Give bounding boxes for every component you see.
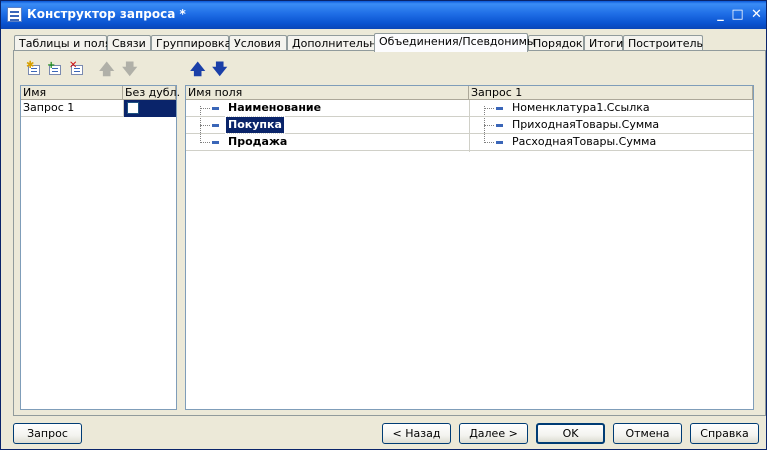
- queries-table[interactable]: Имя Без дубл. Запрос 1: [20, 85, 180, 410]
- field-icon: [496, 107, 503, 110]
- field-icon: [212, 141, 219, 144]
- window-title: Конструктор запроса *: [27, 7, 186, 21]
- source-cell[interactable]: РасходнаяТовары.Сумма: [470, 134, 753, 151]
- maximize-icon[interactable]: □: [727, 6, 748, 25]
- source-expression: ПриходнаяТовары.Сумма: [512, 118, 660, 131]
- field-icon: [496, 124, 503, 127]
- next-button[interactable]: Далее >: [459, 423, 528, 444]
- field-row[interactable]: Продажа: [186, 134, 469, 151]
- title-bar[interactable]: Конструктор запроса * _ □ ✕: [1, 1, 766, 29]
- field-down-icon[interactable]: 🡇: [212, 61, 227, 77]
- app-icon: [7, 7, 22, 22]
- field-icon: [212, 124, 219, 127]
- cancel-button[interactable]: Отмена: [613, 423, 682, 444]
- source-expression: Номенклатура1.Ссылка: [512, 101, 650, 114]
- query-designer-window: Конструктор запроса * _ □ ✕ Таблицы и по…: [0, 0, 767, 450]
- back-button[interactable]: < Назад: [382, 423, 451, 444]
- query-name-cell[interactable]: Запрос 1: [21, 100, 123, 117]
- fields-table[interactable]: Имя поля Запрос 1 Наименование Номенклат…: [185, 85, 754, 410]
- field-name-selected: Покупка: [225, 116, 285, 134]
- move-up-icon[interactable]: 🡅: [99, 61, 114, 77]
- delete-query-icon[interactable]: ✕: [69, 61, 85, 77]
- move-down-icon[interactable]: 🡇: [122, 61, 137, 77]
- field-icon: [212, 107, 219, 110]
- add-query-icon[interactable]: ✱: [26, 61, 42, 77]
- query-button[interactable]: Запрос: [13, 423, 82, 444]
- source-cell[interactable]: ПриходнаяТовары.Сумма: [470, 117, 753, 134]
- help-button[interactable]: Справка: [690, 423, 759, 444]
- column-header-no-duplicates[interactable]: Без дубл.: [123, 86, 180, 100]
- column-header-query-1[interactable]: Запрос 1: [469, 86, 753, 100]
- field-row[interactable]: Наименование: [186, 100, 469, 117]
- tab-panel: ✱ + ✕ 🡅 🡇 🡅 🡇 Имя Без дубл. Запрос 1 Имя…: [13, 50, 766, 416]
- no-duplicates-checkbox[interactable]: [127, 102, 139, 114]
- field-icon: [496, 141, 503, 144]
- field-name: Наименование: [228, 101, 322, 114]
- source-cell[interactable]: Номенклатура1.Ссылка: [470, 100, 753, 117]
- field-up-icon[interactable]: 🡅: [190, 61, 205, 77]
- no-duplicates-cell[interactable]: [124, 100, 176, 117]
- source-expression: РасходнаяТовары.Сумма: [512, 135, 657, 148]
- field-name: Продажа: [228, 135, 288, 148]
- tab-unions-aliases[interactable]: Объединения/Псевдонимы: [374, 33, 536, 52]
- column-header-field-name[interactable]: Имя поля: [186, 86, 469, 100]
- column-header-name[interactable]: Имя: [21, 86, 123, 100]
- close-icon[interactable]: ✕: [746, 6, 767, 25]
- ok-button[interactable]: OK: [536, 423, 605, 444]
- field-row[interactable]: Покупка: [186, 116, 469, 134]
- copy-query-icon[interactable]: +: [47, 61, 63, 77]
